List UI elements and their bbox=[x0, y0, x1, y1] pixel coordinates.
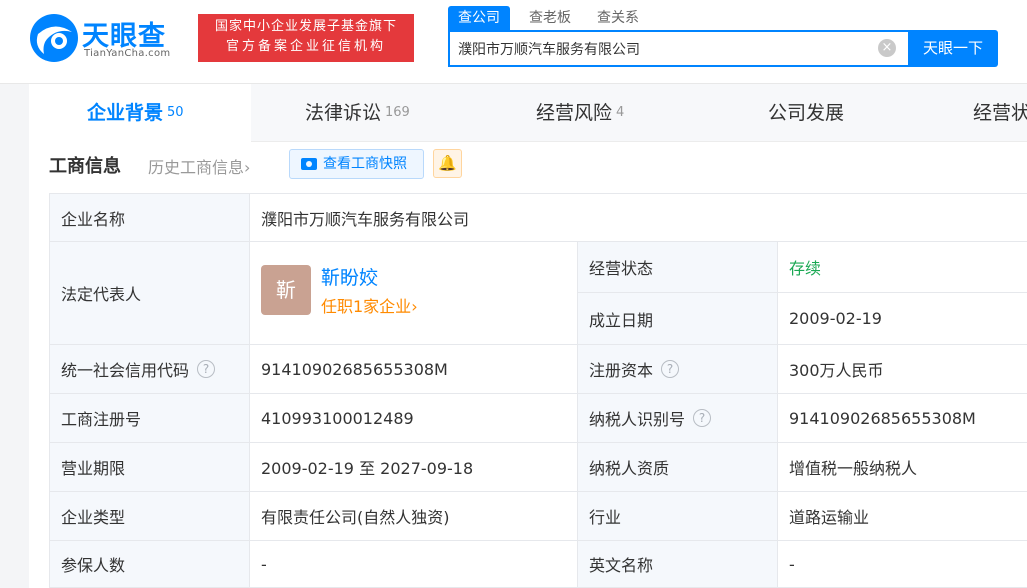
help-icon[interactable]: ? bbox=[661, 360, 680, 378]
value-credit-code: 91410902685655308M bbox=[250, 345, 578, 394]
value-industry: 道路运输业 bbox=[778, 492, 1027, 541]
value-founded: 2009-02-19 bbox=[778, 293, 1027, 345]
tab-label: 公司发展 bbox=[768, 102, 845, 124]
section-title: 工商信息 bbox=[49, 156, 121, 177]
search-box: × bbox=[448, 30, 908, 67]
chevron-right-icon: › bbox=[244, 158, 251, 177]
tianyancha-logo-icon[interactable] bbox=[28, 12, 80, 64]
tab-label: 企业背景 bbox=[87, 102, 164, 124]
label-english-name: 英文名称 bbox=[578, 541, 778, 588]
legal-rep-cell: 靳 靳盼姣 任职1家企业› bbox=[250, 242, 578, 345]
chevron-right-icon: › bbox=[411, 297, 418, 316]
taxpayer-id-label-text: 纳税人识别号 bbox=[589, 410, 686, 429]
value-company-name: 濮阳市万顺汽车服务有限公司 bbox=[250, 193, 1027, 242]
value-taxpayer-qual: 增值税一般纳税人 bbox=[778, 443, 1027, 492]
tab-count: 4 bbox=[616, 105, 625, 120]
search-tab-relation[interactable]: 查关系 bbox=[597, 6, 639, 31]
tab-operating-status[interactable]: 经营状 bbox=[973, 84, 1027, 142]
label-taxpayer-qual: 纳税人资质 bbox=[578, 443, 778, 492]
tab-label: 经营风险 bbox=[536, 102, 613, 124]
label-industry: 行业 bbox=[578, 492, 778, 541]
label-founded: 成立日期 bbox=[578, 293, 778, 345]
logo-domain: TianYanCha.com bbox=[84, 48, 171, 59]
label-insured: 参保人数 bbox=[49, 541, 250, 588]
top-header: 天眼查 TianYanCha.com 国家中小企业发展子基金旗下 官方备案企业征… bbox=[0, 0, 1027, 84]
legal-rep-name-link[interactable]: 靳盼姣 bbox=[321, 263, 378, 290]
snapshot-label: 查看工商快照 bbox=[323, 156, 407, 172]
positions-label: 任职1家企业 bbox=[321, 297, 412, 316]
history-label: 历史工商信息 bbox=[148, 158, 245, 177]
slogan-line-2: 官方备案企业征信机构 bbox=[225, 39, 386, 54]
snapshot-button[interactable]: 查看工商快照 bbox=[289, 149, 424, 179]
value-reg-no: 410993100012489 bbox=[250, 394, 578, 443]
search-tab-boss[interactable]: 查老板 bbox=[529, 6, 571, 31]
value-status: 存续 bbox=[778, 242, 1027, 293]
search-input[interactable] bbox=[458, 32, 868, 65]
label-legal-rep: 法定代表人 bbox=[49, 242, 250, 345]
help-icon[interactable]: ? bbox=[197, 360, 216, 378]
tab-legal-litigation[interactable]: 法律诉讼 169 bbox=[305, 84, 410, 142]
label-credit-code: 统一社会信用代码? bbox=[49, 345, 250, 394]
section-tabs: 企业背景 50 法律诉讼 169 经营风险 4 公司发展 经营状 bbox=[29, 84, 1027, 142]
label-taxpayer-id: 纳税人识别号? bbox=[578, 394, 778, 443]
tab-enterprise-background[interactable]: 企业背景 50 bbox=[29, 84, 251, 142]
help-icon[interactable]: ? bbox=[693, 409, 712, 427]
clear-icon[interactable]: × bbox=[878, 39, 896, 57]
slogan-line-1: 国家中小企业发展子基金旗下 bbox=[214, 19, 397, 34]
search-button[interactable]: 天眼一下 bbox=[908, 30, 998, 67]
label-company-name: 企业名称 bbox=[49, 193, 250, 242]
capital-label-text: 注册资本 bbox=[589, 361, 654, 380]
slogan-banner: 国家中小企业发展子基金旗下 官方备案企业征信机构 bbox=[198, 14, 414, 62]
history-link[interactable]: 历史工商信息› bbox=[148, 154, 250, 178]
search-tab-company[interactable]: 查公司 bbox=[448, 6, 510, 31]
value-english-name: - bbox=[778, 541, 1027, 588]
legal-rep-positions-link[interactable]: 任职1家企业› bbox=[321, 293, 418, 317]
value-insured: - bbox=[250, 541, 578, 588]
label-capital: 注册资本? bbox=[578, 345, 778, 394]
tab-label: 法律诉讼 bbox=[305, 102, 382, 124]
avatar[interactable]: 靳 bbox=[261, 265, 311, 315]
tab-count: 50 bbox=[167, 105, 184, 120]
label-term: 营业期限 bbox=[49, 443, 250, 492]
label-status: 经营状态 bbox=[578, 242, 778, 293]
value-term: 2009-02-19 至 2027-09-18 bbox=[250, 443, 578, 492]
camera-icon bbox=[301, 158, 317, 170]
main-content: 企业背景 50 法律诉讼 169 经营风险 4 公司发展 经营状 工商信息 历史工商信… bbox=[29, 84, 1027, 588]
label-reg-no: 工商注册号 bbox=[49, 394, 250, 443]
tab-label: 经营状 bbox=[973, 102, 1027, 124]
value-type: 有限责任公司(自然人独资) bbox=[250, 492, 578, 541]
bell-icon[interactable]: 🔔 bbox=[433, 149, 462, 178]
tab-company-development[interactable]: 公司发展 bbox=[768, 84, 844, 142]
tab-operating-risk[interactable]: 经营风险 4 bbox=[536, 84, 624, 142]
credit-code-label-text: 统一社会信用代码 bbox=[61, 361, 190, 380]
value-taxpayer-id: 91410902685655308M bbox=[778, 394, 1027, 443]
tab-count: 169 bbox=[385, 105, 410, 120]
label-type: 企业类型 bbox=[49, 492, 250, 541]
value-capital: 300万人民币 bbox=[778, 345, 1027, 394]
